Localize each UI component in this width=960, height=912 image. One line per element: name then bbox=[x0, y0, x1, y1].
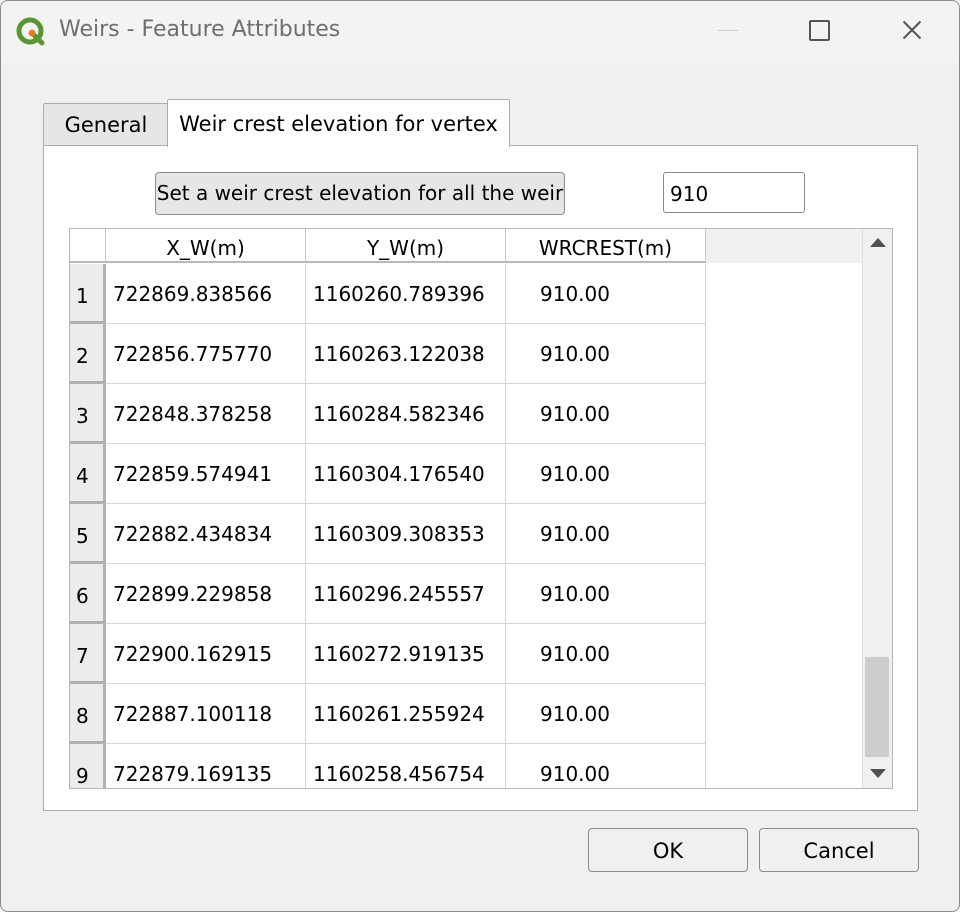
table-row[interactable]: 2 722856.775770 1160263.122038 910.00 bbox=[70, 324, 706, 384]
maximize-icon[interactable] bbox=[796, 9, 842, 53]
table-row[interactable]: 1 722869.838566 1160260.789396 910.00 bbox=[70, 264, 706, 324]
table-row[interactable]: 4 722859.574941 1160304.176540 910.00 bbox=[70, 444, 706, 504]
cell-y[interactable]: 1160258.456754 bbox=[306, 744, 506, 788]
vertical-scrollbar[interactable] bbox=[862, 229, 892, 788]
row-header[interactable]: 5 bbox=[70, 504, 106, 564]
cell-y[interactable]: 1160304.176540 bbox=[306, 444, 506, 504]
cell-y[interactable]: 1160296.245557 bbox=[306, 564, 506, 624]
cell-wrcrest[interactable]: 910.00 bbox=[506, 744, 706, 788]
tab-weir-crest-elevation[interactable]: Weir crest elevation for vertex bbox=[167, 99, 510, 147]
row-header[interactable]: 1 bbox=[70, 264, 106, 324]
table-corner-button[interactable] bbox=[70, 229, 106, 263]
tab-general[interactable]: General bbox=[43, 103, 169, 146]
cell-wrcrest[interactable]: 910.00 bbox=[506, 324, 706, 384]
cell-x[interactable]: 722848.378258 bbox=[106, 384, 306, 444]
vertex-elevation-table: X_W(m) Y_W(m) WRCREST(m) 1 722869.838566… bbox=[69, 228, 893, 789]
feature-attributes-dialog: Weirs - Feature Attributes General Weir … bbox=[0, 0, 960, 912]
scroll-up-arrow-icon[interactable] bbox=[870, 238, 886, 247]
cell-y[interactable]: 1160260.789396 bbox=[306, 264, 506, 324]
row-header[interactable]: 6 bbox=[70, 564, 106, 624]
cell-x[interactable]: 722882.434834 bbox=[106, 504, 306, 564]
table-row[interactable]: 8 722887.100118 1160261.255924 910.00 bbox=[70, 684, 706, 744]
cell-x[interactable]: 722899.229858 bbox=[106, 564, 306, 624]
close-icon[interactable] bbox=[887, 9, 933, 53]
row-header[interactable]: 4 bbox=[70, 444, 106, 504]
column-header-x[interactable]: X_W(m) bbox=[106, 229, 306, 263]
table-row[interactable]: 5 722882.434834 1160309.308353 910.00 bbox=[70, 504, 706, 564]
ok-button[interactable]: OK bbox=[588, 828, 748, 872]
cell-wrcrest[interactable]: 910.00 bbox=[506, 384, 706, 444]
cell-x[interactable]: 722859.574941 bbox=[106, 444, 306, 504]
cell-x[interactable]: 722869.838566 bbox=[106, 264, 306, 324]
minimize-icon[interactable] bbox=[705, 9, 751, 53]
cell-y[interactable]: 1160309.308353 bbox=[306, 504, 506, 564]
set-weir-crest-elevation-button[interactable]: Set a weir crest elevation for all the w… bbox=[155, 172, 565, 215]
row-header[interactable]: 8 bbox=[70, 684, 106, 744]
row-header[interactable]: 9 bbox=[70, 744, 106, 788]
cell-wrcrest[interactable]: 910.00 bbox=[506, 564, 706, 624]
cell-wrcrest[interactable]: 910.00 bbox=[506, 684, 706, 744]
table-row[interactable]: 3 722848.378258 1160284.582346 910.00 bbox=[70, 384, 706, 444]
cell-wrcrest[interactable]: 910.00 bbox=[506, 624, 706, 684]
scroll-down-arrow-icon[interactable] bbox=[870, 769, 886, 778]
cell-y[interactable]: 1160284.582346 bbox=[306, 384, 506, 444]
cell-wrcrest[interactable]: 910.00 bbox=[506, 444, 706, 504]
cell-wrcrest[interactable]: 910.00 bbox=[506, 504, 706, 564]
qgis-logo-icon bbox=[16, 17, 45, 46]
cell-y[interactable]: 1160263.122038 bbox=[306, 324, 506, 384]
cell-x[interactable]: 722879.169135 bbox=[106, 744, 306, 788]
column-header-wrcrest[interactable]: WRCREST(m) bbox=[506, 229, 706, 263]
cell-x[interactable]: 722887.100118 bbox=[106, 684, 306, 744]
row-header[interactable]: 3 bbox=[70, 384, 106, 444]
title-bar[interactable]: Weirs - Feature Attributes bbox=[1, 1, 959, 63]
column-header-y[interactable]: Y_W(m) bbox=[306, 229, 506, 263]
table-row[interactable]: 6 722899.229858 1160296.245557 910.00 bbox=[70, 564, 706, 624]
row-header[interactable]: 7 bbox=[70, 624, 106, 684]
table-row[interactable]: 7 722900.162915 1160272.919135 910.00 bbox=[70, 624, 706, 684]
cell-x[interactable]: 722856.775770 bbox=[106, 324, 306, 384]
header-empty-area bbox=[706, 229, 862, 263]
cell-y[interactable]: 1160272.919135 bbox=[306, 624, 506, 684]
scrollbar-thumb[interactable] bbox=[865, 657, 889, 757]
window-title: Weirs - Feature Attributes bbox=[59, 17, 341, 42]
cell-y[interactable]: 1160261.255924 bbox=[306, 684, 506, 744]
row-header[interactable]: 2 bbox=[70, 324, 106, 384]
cell-wrcrest[interactable]: 910.00 bbox=[506, 264, 706, 324]
cancel-button[interactable]: Cancel bbox=[759, 828, 919, 872]
crest-elevation-input[interactable]: 910 bbox=[663, 172, 805, 213]
table-row[interactable]: 9 722879.169135 1160258.456754 910.00 bbox=[70, 744, 706, 788]
cell-x[interactable]: 722900.162915 bbox=[106, 624, 306, 684]
